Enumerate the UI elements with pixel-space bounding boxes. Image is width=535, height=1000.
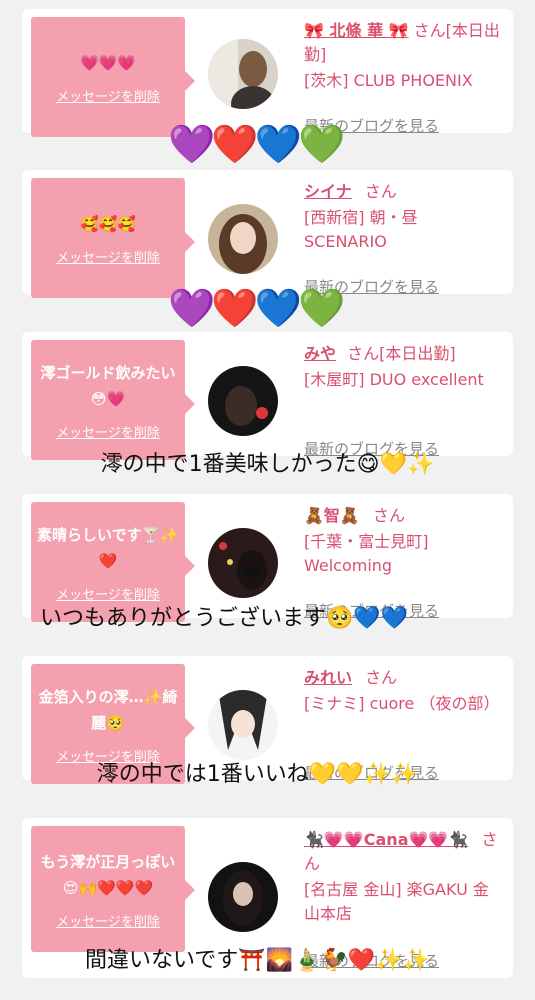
shop-name: [名古屋 金山] 楽GAKU 金山本店 [304,880,489,923]
cast-suffix: さん[本日出勤] [347,344,456,363]
avatar[interactable] [208,204,278,274]
message-text: 素晴らしいです🍸✨❤️ [37,525,179,570]
cast-suffix: さん [372,506,405,525]
shop-name: [木屋町] DUO excellent [304,370,484,389]
message-card: 💗💗💗 メッセージを削除 🎀 北條 華 🎀 さん[本日出勤] [茨木] CLUB… [22,9,513,137]
avatar[interactable] [208,862,278,932]
message-text: 🥰🥰🥰 [79,214,137,233]
message-card: 🥰🥰🥰 メッセージを削除 シイナ さん [西新宿] 朝・昼 SCENARIO 最… [22,170,513,298]
delete-message-link[interactable]: メッセージを削除 [56,247,160,266]
hearts-sticker: 💜❤️💙💚 [168,286,345,330]
shop-name: [西新宿] 朝・昼 SCENARIO [304,208,418,251]
avatar[interactable] [208,39,278,109]
cast-name-link[interactable]: シイナ [304,182,352,201]
overlay-caption: 澪の中では1番いいね💛💛✨✨ [96,762,419,787]
message-card: 澪ゴールド飲みたい😳💗 メッセージを削除 みや さん[本日出勤] [木屋町] D… [22,332,513,460]
avatar[interactable] [208,528,278,598]
message-text: もう澪が正月っぽい😍🙌❤️❤️❤️ [40,852,176,897]
cast-info: 🐈‍⬛💗💗Cana💗💗🐈‍⬛ さん [名古屋 金山] 楽GAKU 金山本店 [304,828,504,926]
shop-name: [茨木] CLUB PHOENIX [304,71,473,90]
cast-name-link[interactable]: 🐈‍⬛💗💗Cana💗💗🐈‍⬛ [304,830,468,849]
message-text: 💗💗💗 [79,53,137,72]
message-text: 澪ゴールド飲みたい😳💗 [40,363,176,408]
delete-message-link[interactable]: メッセージを削除 [56,86,160,105]
avatar[interactable] [208,690,278,760]
avatar[interactable] [208,366,278,436]
cast-info: 🧸智🧸 さん [千葉・富士見町] Welcoming [304,504,504,578]
overlay-caption: 間違いないです⛩️🌄🎍🐓❤️✨✨ [84,948,431,973]
avatar-photo [208,39,278,109]
cast-name-link[interactable]: みや [304,344,336,363]
shop-name: [ミナミ] cuore （夜の部） [304,694,500,713]
avatar-photo [208,366,278,436]
avatar-photo [208,862,278,932]
message-text: 金箔入りの澪…✨綺麗🥺 [38,687,178,732]
message-bubble: もう澪が正月っぽい😍🙌❤️❤️❤️ メッセージを削除 [31,826,195,952]
overlay-caption: いつもありがとうございます🥺💙💙 [40,606,409,631]
cast-name-link[interactable]: 🧸智🧸 [304,506,360,525]
cast-name-link[interactable]: みれい [304,668,352,687]
cast-info: 🎀 北條 華 🎀 さん[本日出勤] [茨木] CLUB PHOENIX [304,19,504,93]
avatar-photo [208,204,278,274]
cast-suffix: さん [365,668,398,687]
shop-name: [千葉・富士見町] Welcoming [304,532,429,575]
overlay-caption: 澪の中で1番美味しかった😋💛✨ [100,452,435,477]
delete-message-link[interactable]: メッセージを削除 [56,422,160,441]
message-bubble: 🥰🥰🥰 メッセージを削除 [31,178,195,298]
message-bubble: 💗💗💗 メッセージを削除 [31,17,195,137]
cast-name-link[interactable]: 🎀 北條 華 🎀 [304,21,409,40]
hearts-sticker: 💜❤️💙💚 [168,122,345,166]
cast-info: シイナ さん [西新宿] 朝・昼 SCENARIO [304,180,504,254]
avatar-photo [208,528,278,598]
cast-suffix: さん [364,182,397,201]
cast-info: みや さん[本日出勤] [木屋町] DUO excellent [304,342,504,392]
avatar-photo [208,690,278,760]
cast-info: みれい さん [ミナミ] cuore （夜の部） [304,666,504,716]
message-bubble: 澪ゴールド飲みたい😳💗 メッセージを削除 [31,340,195,460]
delete-message-link[interactable]: メッセージを削除 [56,911,160,930]
